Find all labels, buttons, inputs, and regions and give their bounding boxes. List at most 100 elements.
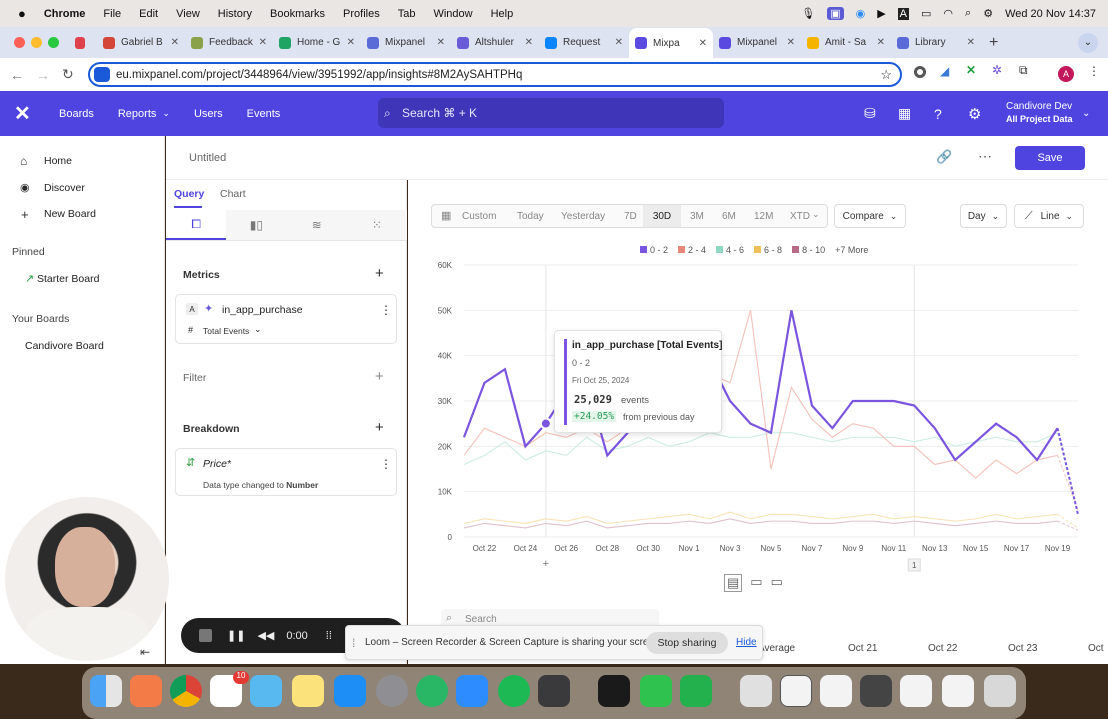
range-30d[interactable]: 30D <box>643 205 681 227</box>
extensions-puzzle-icon[interactable]: ⧉ <box>1019 63 1028 78</box>
settings-gear-icon[interactable]: ⚙ <box>968 105 981 123</box>
data-icon[interactable]: ⛁ <box>864 105 876 122</box>
range-7d[interactable]: 7D <box>624 211 637 222</box>
range-custom[interactable]: Custom <box>462 211 496 222</box>
tab-close-icon-7[interactable]: ✕ <box>699 38 707 49</box>
tab-3[interactable]: Home - G ✕ <box>273 30 361 56</box>
maximize-window-icon[interactable] <box>48 37 59 48</box>
range-3m[interactable]: 3M <box>690 211 704 222</box>
extension-icon-4[interactable]: ✲ <box>992 63 1002 77</box>
tab-close-icon-2[interactable]: ✕ <box>259 37 267 48</box>
breakdown-kebab-icon[interactable]: ⋮ <box>380 457 392 471</box>
hide-link[interactable]: Hide <box>736 637 757 648</box>
tab-7[interactable]: Mixpa ✕ <box>629 28 713 58</box>
menu-file[interactable]: File <box>103 8 121 20</box>
range-yesterday[interactable]: Yesterday <box>561 211 605 222</box>
maps-icon[interactable] <box>250 675 282 707</box>
minimize-window-icon[interactable] <box>31 37 42 48</box>
extension-icon-3[interactable]: ✕ <box>966 63 976 77</box>
save-button[interactable]: Save <box>1015 146 1085 170</box>
url-field[interactable]: eu.mixpanel.com/project/3448964/view/395… <box>88 62 902 87</box>
tab-9[interactable]: Amit - Sa ✕ <box>801 30 891 56</box>
funnels-chart-icon[interactable]: ▮▯ <box>226 210 287 240</box>
microphone-icon[interactable]: 🎙 <box>801 7 815 20</box>
sidebar-item-home[interactable]: Home <box>44 155 72 167</box>
more-options-icon[interactable]: ⋯ <box>978 148 992 165</box>
menu-app[interactable]: Chrome <box>44 8 86 20</box>
back-icon[interactable]: ← <box>10 67 24 83</box>
range-12m[interactable]: 12M <box>754 211 773 222</box>
table-header-date-1[interactable]: Oct 22 <box>928 643 957 654</box>
app-store-icon[interactable] <box>334 675 366 707</box>
nav-users[interactable]: Users <box>194 108 223 120</box>
tab-search-icon[interactable]: ⌄ <box>1078 32 1098 53</box>
menu-help[interactable]: Help <box>491 8 514 20</box>
tab-close-icon-8[interactable]: ✕ <box>787 37 795 48</box>
menu-view[interactable]: View <box>176 8 200 20</box>
tab-query[interactable]: Query <box>174 188 204 200</box>
numbers-icon[interactable] <box>680 675 712 707</box>
reload-icon[interactable]: ↻ <box>62 66 74 83</box>
breakdown-card[interactable]: ⇵ Price* ⋮ Data type changed to Number <box>175 448 397 496</box>
tab-2[interactable]: Feedback ✕ <box>185 30 273 56</box>
org-switcher[interactable]: Candivore Dev All Project Data <box>1006 100 1073 126</box>
layout-chart-icon[interactable]: ▭ <box>750 574 762 592</box>
trash-icon[interactable] <box>984 675 1016 707</box>
tab-close-icon-5[interactable]: ✕ <box>525 37 533 48</box>
forward-icon[interactable]: → <box>36 67 50 83</box>
sidebar-item-new-board[interactable]: New Board <box>44 208 96 220</box>
extension-icon-1[interactable] <box>914 66 926 78</box>
tab-5[interactable]: Altshuler ✕ <box>451 30 539 56</box>
tab-0[interactable] <box>69 30 97 56</box>
range-today[interactable]: Today <box>517 211 544 222</box>
reports-chevron-icon[interactable]: ⌄ <box>162 108 170 120</box>
site-info-icon[interactable] <box>94 67 110 82</box>
link-icon[interactable]: 🔗 <box>936 149 952 165</box>
global-search[interactable]: ⌕ Search ⌘ + K <box>378 98 724 128</box>
tab-close-icon-1[interactable]: ✕ <box>171 37 179 48</box>
metric-event-name[interactable]: in_app_purchase <box>222 304 303 316</box>
tab-10[interactable]: Library ✕ <box>891 30 981 56</box>
mixpanel-logo-icon[interactable]: ✕ <box>14 101 31 126</box>
sidebar-item-discover[interactable]: Discover <box>44 182 85 194</box>
add-breakdown-icon[interactable]: + <box>375 419 384 436</box>
control-center-icon[interactable]: ⚙ <box>983 7 993 20</box>
range-xtd[interactable]: XTD <box>790 211 810 222</box>
pause-icon[interactable]: ❚❚ <box>227 629 245 642</box>
profile-avatar[interactable]: A <box>1058 66 1074 82</box>
tab-close-icon-3[interactable]: ✕ <box>347 37 355 48</box>
nav-boards[interactable]: Boards <box>59 108 94 120</box>
tab-1[interactable]: Gabriel B ✕ <box>97 30 185 56</box>
close-window-icon[interactable] <box>14 37 25 48</box>
granularity-select[interactable]: Day ⌄ <box>960 204 1007 228</box>
insights-chart-icon[interactable]: ⧠ <box>166 210 227 240</box>
zoom-icon[interactable]: ◉ <box>856 7 866 20</box>
zoom-app-icon[interactable] <box>456 675 488 707</box>
metric-kebab-icon[interactable]: ⋮ <box>380 303 392 317</box>
menu-window[interactable]: Window <box>433 8 472 20</box>
window-thumb-2[interactable] <box>820 675 852 707</box>
nav-events[interactable]: Events <box>247 108 281 120</box>
datetime[interactable]: Wed 20 Nov 14:37 <box>1005 8 1096 20</box>
tab-close-icon-9[interactable]: ✕ <box>877 37 885 48</box>
whatsapp-icon[interactable] <box>416 675 448 707</box>
chrome-menu-icon[interactable]: ⋮ <box>1088 64 1100 78</box>
drag-handle-icon[interactable]: ⁞ <box>352 636 355 650</box>
window-thumb-1[interactable] <box>780 675 812 707</box>
extension-icon-2[interactable]: ◢ <box>940 64 949 78</box>
collapse-sidebar-icon[interactable]: ⇤ <box>140 645 150 659</box>
system-settings-icon[interactable] <box>376 675 408 707</box>
layout-table-icon[interactable]: ▭ <box>771 574 783 592</box>
webcam-bubble[interactable] <box>5 497 169 661</box>
launchpad-icon[interactable] <box>130 675 162 707</box>
tab-close-icon-4[interactable]: ✕ <box>437 37 445 48</box>
menu-edit[interactable]: Edit <box>139 8 158 20</box>
compare-button[interactable]: Compare ⌄ <box>834 204 906 228</box>
breakdown-property[interactable]: Price* <box>203 458 231 470</box>
range-6m[interactable]: 6M <box>722 211 736 222</box>
window-thumb-5[interactable] <box>942 675 974 707</box>
rewind-icon[interactable]: ◀◀ <box>257 629 274 642</box>
report-title[interactable]: Untitled <box>189 152 226 164</box>
sidebar-item-starter-board[interactable]: Starter Board <box>37 273 99 285</box>
layout-split-icon[interactable]: ▤ <box>724 574 743 592</box>
